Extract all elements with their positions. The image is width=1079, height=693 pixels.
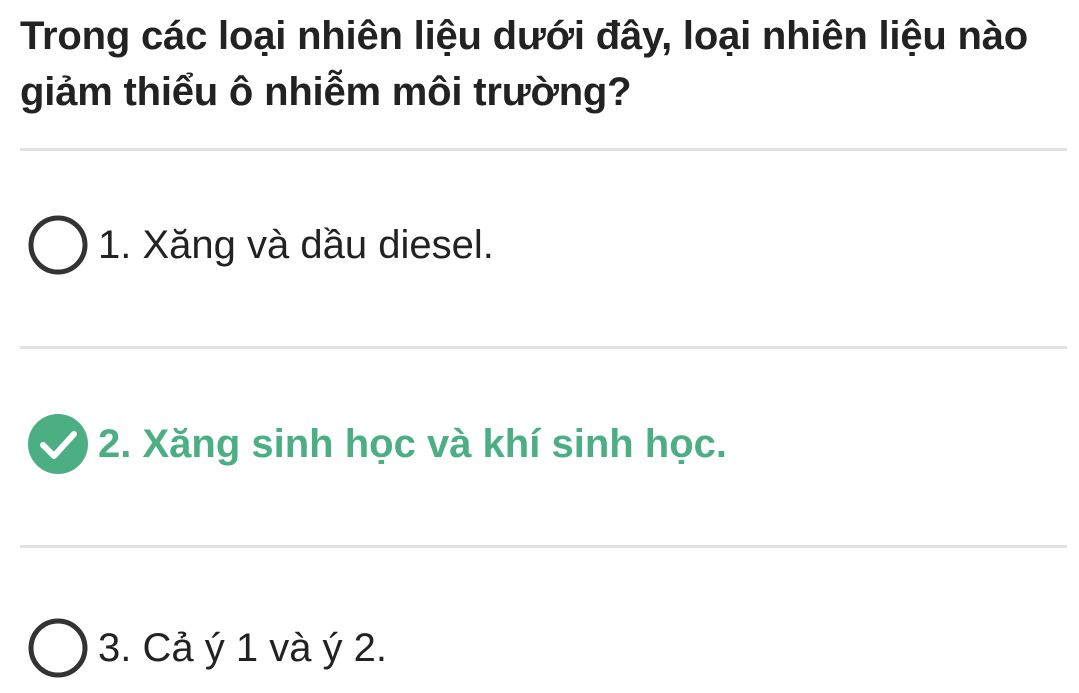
option-2[interactable]: 2. Xăng sinh học và khí sinh học. bbox=[26, 408, 1067, 480]
option-label: 1. Xăng và dầu diesel. bbox=[98, 223, 494, 267]
divider bbox=[20, 346, 1067, 349]
option-label: 3. Cả ý 1 và ý 2. bbox=[98, 626, 388, 670]
option-3[interactable]: 3. Cả ý 1 và ý 2. bbox=[26, 612, 1067, 684]
check-circle-icon[interactable] bbox=[26, 412, 90, 476]
divider bbox=[20, 148, 1067, 151]
option-label: 2. Xăng sinh học và khí sinh học. bbox=[98, 422, 728, 466]
radio-empty-icon[interactable] bbox=[26, 616, 90, 680]
radio-empty-icon[interactable] bbox=[26, 213, 90, 277]
divider bbox=[20, 545, 1067, 548]
option-1[interactable]: 1. Xăng và dầu diesel. bbox=[26, 209, 1067, 281]
question-text: Trong các loại nhiên liệu dưới đây, loại… bbox=[20, 14, 1029, 114]
